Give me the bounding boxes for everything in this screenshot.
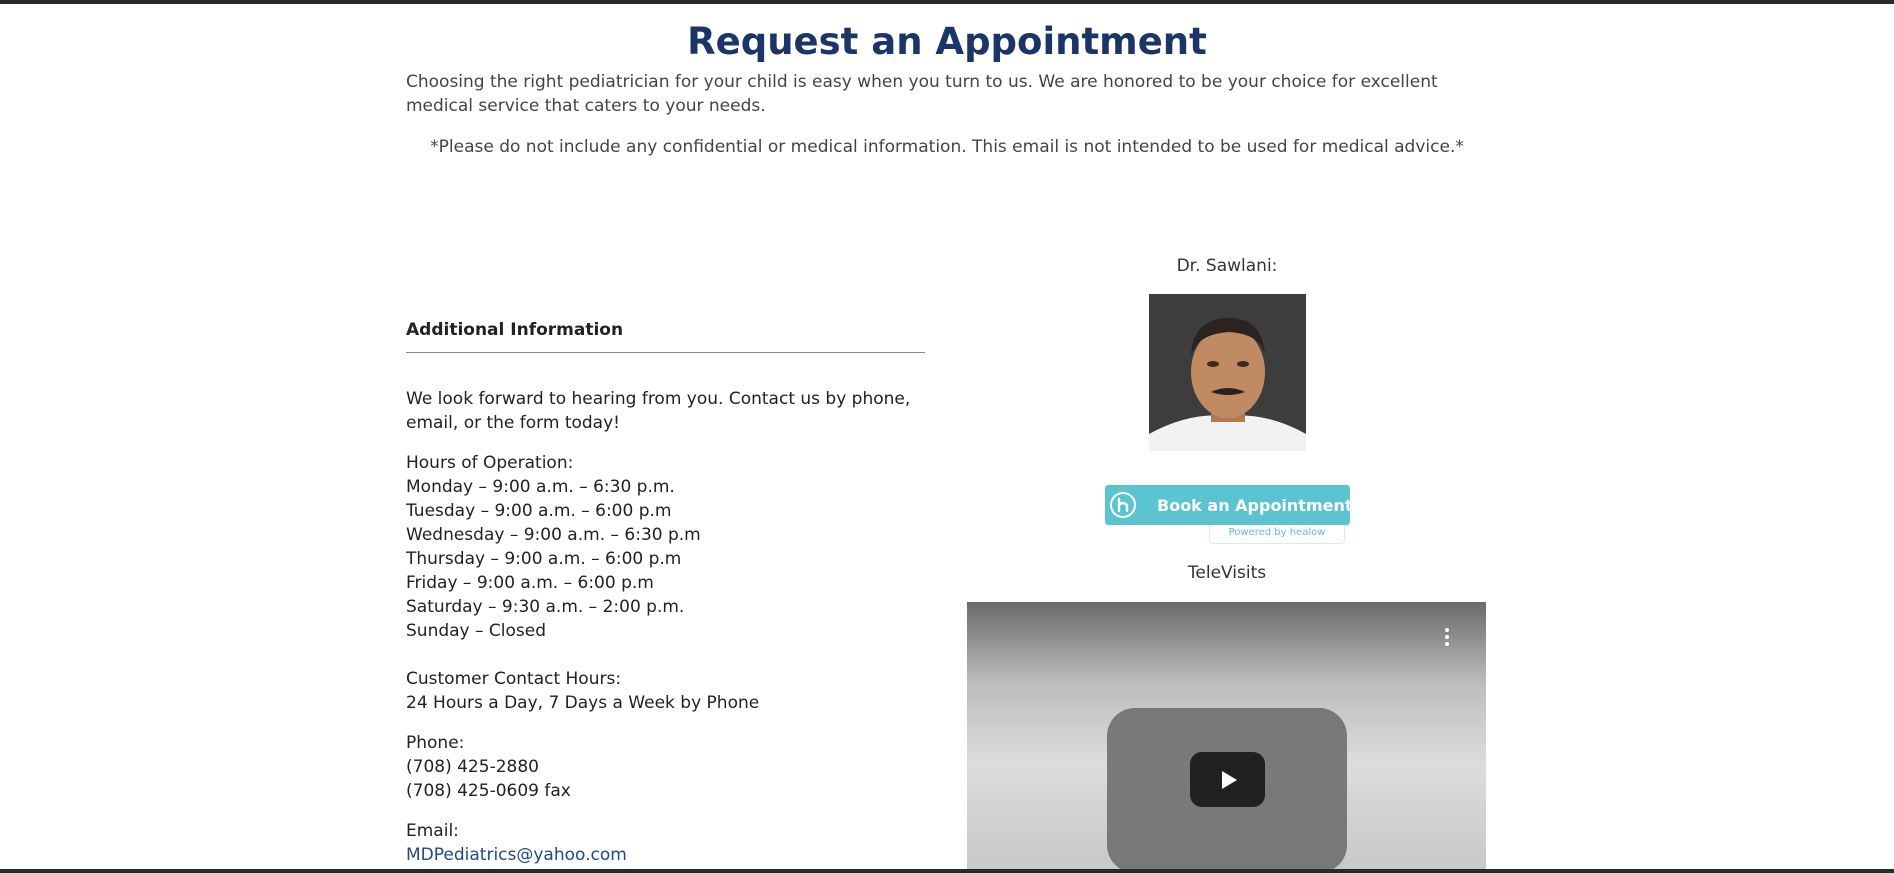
book-appointment-widget: Book an Appointment Powered by healow — [1105, 485, 1353, 545]
hours-thursday: Thursday – 9:00 a.m. – 6:00 p.m — [406, 549, 682, 569]
play-icon — [1221, 770, 1237, 789]
doctor-portrait-icon — [1149, 294, 1306, 451]
disclaimer-text: *Please do not include any confidential … — [430, 137, 1464, 157]
customer-contact-hours: Customer Contact Hours: 24 Hours a Day, … — [406, 667, 926, 715]
contact-hours-title: Customer Contact Hours: — [406, 669, 622, 689]
hours-wednesday: Wednesday – 9:00 a.m. – 6:30 p.m — [406, 525, 701, 545]
contact-hours-value: 24 Hours a Day, 7 Days a Week by Phone — [406, 693, 760, 713]
healow-logo-icon — [1110, 490, 1136, 520]
play-button[interactable] — [1190, 752, 1265, 807]
doctor-photo — [1149, 294, 1306, 451]
contact-lead-text: We look forward to hearing from you. Con… — [406, 389, 911, 433]
email-block: Email: MDPediatrics@yahoo.com — [406, 819, 926, 867]
fax-number: (708) 425-0609 fax — [406, 781, 571, 801]
phone-number: (708) 425-2880 — [406, 757, 539, 777]
hours-friday: Friday – 9:00 a.m. – 6:00 p.m — [406, 573, 654, 593]
window-top-border — [0, 0, 1894, 4]
televisits-video[interactable] — [967, 602, 1486, 873]
phone-title: Phone: — [406, 733, 465, 753]
email-link[interactable]: MDPediatrics@yahoo.com — [406, 843, 926, 867]
intro-text: Choosing the right pediatrician for your… — [406, 72, 1438, 116]
email-title: Email: — [406, 821, 459, 841]
hours-saturday: Saturday – 9:30 a.m. – 2:00 p.m. — [406, 597, 685, 617]
kebab-menu-icon[interactable] — [1442, 628, 1452, 650]
book-appointment-button[interactable]: Book an Appointment — [1105, 485, 1353, 525]
hours-monday: Monday – 9:00 a.m. – 6:30 p.m. — [406, 477, 675, 497]
section-divider — [406, 352, 925, 353]
hours-of-operation: Hours of Operation: Monday – 9:00 a.m. –… — [406, 451, 926, 643]
hours-tuesday: Tuesday – 9:00 a.m. – 6:00 p.m — [406, 501, 672, 521]
phone-block: Phone: (708) 425-2880 (708) 425-0609 fax — [406, 731, 926, 803]
window-bottom-border — [0, 869, 1894, 873]
section-heading: Additional Information — [406, 320, 624, 340]
page-title: Request an Appointment — [687, 19, 1207, 63]
book-appointment-label: Book an Appointment — [1157, 495, 1353, 515]
hours-title: Hours of Operation: — [406, 453, 574, 473]
powered-by-healow: Powered by healow — [1209, 525, 1345, 544]
televisits-label: TeleVisits — [1187, 563, 1267, 583]
additional-information-section: Additional Information We look forward t… — [406, 318, 926, 867]
doctor-label: Dr. Sawlani: — [1176, 256, 1278, 276]
hours-sunday: Sunday – Closed — [406, 621, 547, 641]
